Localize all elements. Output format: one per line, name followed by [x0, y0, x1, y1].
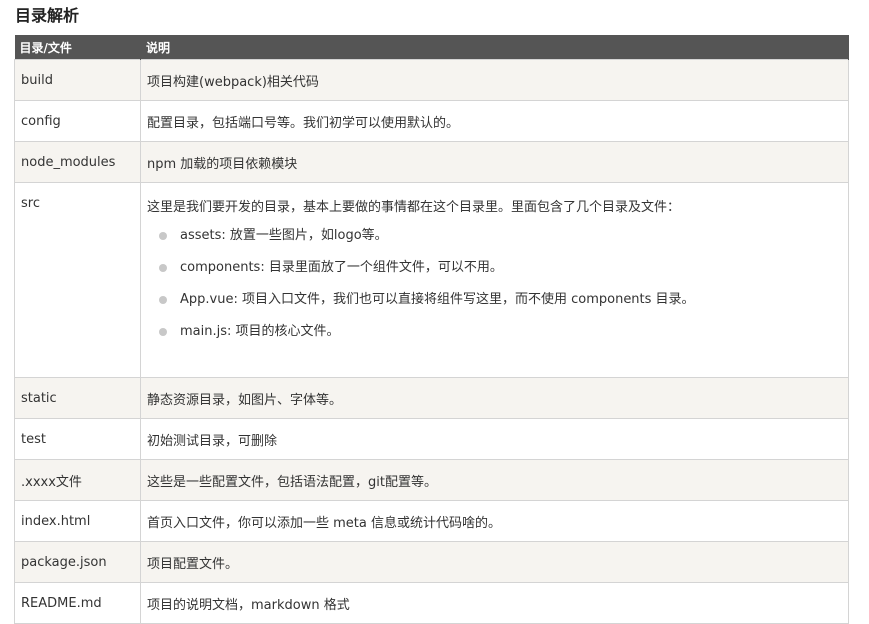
row-name: src: [14, 182, 141, 378]
row-description: 初始测试目录，可删除: [140, 418, 849, 460]
row-description: 静态资源目录，如图片、字体等。: [140, 377, 849, 419]
list-item-text: assets: 放置一些图片，如logo等。: [180, 228, 388, 243]
table-row: .xxxx文件 这些是一些配置文件，包括语法配置，git配置等。: [14, 459, 849, 501]
row-description: 项目的说明文档，markdown 格式: [140, 582, 849, 624]
row-description: 项目配置文件。: [140, 541, 849, 583]
page: 目录解析 目录/文件 说明 build 项目构建(webpack)相关代码 co…: [0, 0, 869, 624]
bullet-icon: [159, 296, 167, 304]
src-description-text: 这里是我们要开发的目录，基本上要做的事情都在这个目录里。里面包含了几个目录及文件…: [147, 200, 681, 215]
row-description: 配置目录，包括端口号等。我们初学可以使用默认的。: [140, 100, 849, 142]
column-header-name: 目录/文件: [14, 35, 141, 60]
row-name: test: [14, 418, 141, 460]
list-item: App.vue: 项目入口文件，我们也可以直接将组件写这里，而不使用 compo…: [159, 290, 848, 322]
list-item: assets: 放置一些图片，如logo等。: [159, 226, 848, 258]
table-row: test 初始测试目录，可删除: [14, 418, 849, 460]
table-row: node_modules npm 加载的项目依赖模块: [14, 141, 849, 183]
list-item: components: 目录里面放了一个组件文件，可以不用。: [159, 258, 848, 290]
table-row: index.html 首页入口文件，你可以添加一些 meta 信息或统计代码啥的…: [14, 500, 849, 542]
row-name: config: [14, 100, 141, 142]
row-description: 项目构建(webpack)相关代码: [140, 59, 849, 101]
table-row: static 静态资源目录，如图片、字体等。: [14, 377, 849, 419]
list-item-text: App.vue: 项目入口文件，我们也可以直接将组件写这里，而不使用 compo…: [180, 292, 695, 307]
list-item: main.js: 项目的核心文件。: [159, 322, 848, 354]
row-name: README.md: [14, 582, 141, 624]
row-description: 首页入口文件，你可以添加一些 meta 信息或统计代码啥的。: [140, 500, 849, 542]
row-name: index.html: [14, 500, 141, 542]
row-name: package.json: [14, 541, 141, 583]
table-row: config 配置目录，包括端口号等。我们初学可以使用默认的。: [14, 100, 849, 142]
list-item-text: main.js: 项目的核心文件。: [180, 324, 340, 339]
table-row: README.md 项目的说明文档，markdown 格式: [14, 582, 849, 624]
list-item-text: components: 目录里面放了一个组件文件，可以不用。: [180, 260, 503, 275]
page-title: 目录解析: [15, 6, 80, 25]
column-header-description: 说明: [140, 35, 849, 60]
bullet-icon: [159, 328, 167, 336]
directory-table: 目录/文件 说明 build 项目构建(webpack)相关代码 config …: [14, 35, 849, 624]
row-name: .xxxx文件: [14, 459, 141, 501]
table-row: build 项目构建(webpack)相关代码: [14, 59, 849, 101]
table-row: package.json 项目配置文件。: [14, 541, 849, 583]
row-name: node_modules: [14, 141, 141, 183]
row-description-src: 这里是我们要开发的目录，基本上要做的事情都在这个目录里。里面包含了几个目录及文件…: [140, 182, 849, 378]
table-row-src: src 这里是我们要开发的目录，基本上要做的事情都在这个目录里。里面包含了几个目…: [14, 182, 849, 378]
table-header-row: 目录/文件 说明: [14, 35, 849, 60]
src-item-list: assets: 放置一些图片，如logo等。 components: 目录里面放…: [147, 226, 848, 354]
bullet-icon: [159, 232, 167, 240]
row-name: static: [14, 377, 141, 419]
bullet-icon: [159, 264, 167, 272]
row-description: npm 加载的项目依赖模块: [140, 141, 849, 183]
row-description: 这些是一些配置文件，包括语法配置，git配置等。: [140, 459, 849, 501]
row-name: build: [14, 59, 141, 101]
